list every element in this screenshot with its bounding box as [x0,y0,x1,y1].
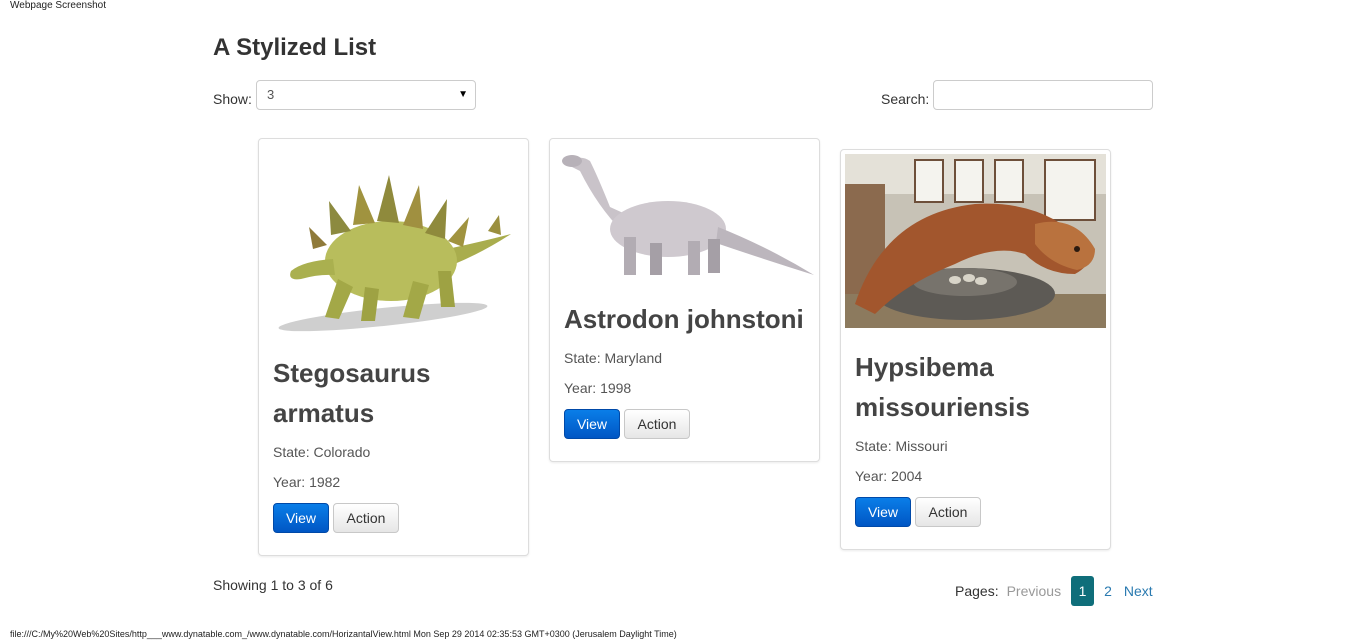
card-title-line1: Stegosaurus [273,358,431,388]
card-state: State: Maryland [564,350,663,366]
dropdown-arrow-icon: ▼ [458,89,468,100]
search-label: Search: [881,91,930,107]
action-button[interactable]: Action [333,503,399,533]
view-button[interactable]: View [564,409,620,439]
view-button[interactable]: View [273,503,329,533]
hypsibema-image [845,154,1106,328]
page-title: A Stylized List [213,34,377,61]
show-label: Show: [213,91,252,107]
page-1-button[interactable]: 1 [1071,576,1095,606]
card-year: Year: 1982 [273,474,341,490]
card-state: State: Missouri [855,438,948,454]
next-link[interactable]: Next [1124,583,1153,599]
card-title-line2: armatus [273,398,375,428]
card-title-line1: Astrodon johnstoni [564,304,804,334]
card-year: Year: 2004 [855,468,923,484]
stegosaurus-image [273,149,515,339]
show-per-page-select[interactable]: 3 ▼ [256,80,476,110]
action-button[interactable]: Action [915,497,981,527]
search-input[interactable] [933,80,1153,110]
card-hypsibema: Hypsibema missouriensis State: Missouri … [840,149,1111,550]
card-astrodon: Astrodon johnstoni State: Maryland Year:… [549,138,820,462]
view-button[interactable]: View [855,497,911,527]
show-select-value: 3 [267,87,275,102]
astrodon-image [558,147,814,277]
card-title-line2: missouriensis [855,392,1030,422]
screenshot-footer: file:///C:/My%20Web%20Sites/http___www.d… [10,629,677,639]
card-title-line1: Hypsibema [855,352,994,382]
screenshot-header: Webpage Screenshot [10,0,106,11]
card-year: Year: 1998 [564,380,632,396]
pages-label: Pages: [955,583,999,599]
previous-link[interactable]: Previous [1007,583,1061,599]
card-stegosaurus: Stegosaurus armatus State: Colorado Year… [258,138,529,556]
pagination: Pages: Previous 1 2 Next [955,576,1153,606]
action-button[interactable]: Action [624,409,690,439]
page-2-link[interactable]: 2 [1104,583,1112,599]
showing-count: Showing 1 to 3 of 6 [213,577,333,593]
card-state: State: Colorado [273,444,371,460]
